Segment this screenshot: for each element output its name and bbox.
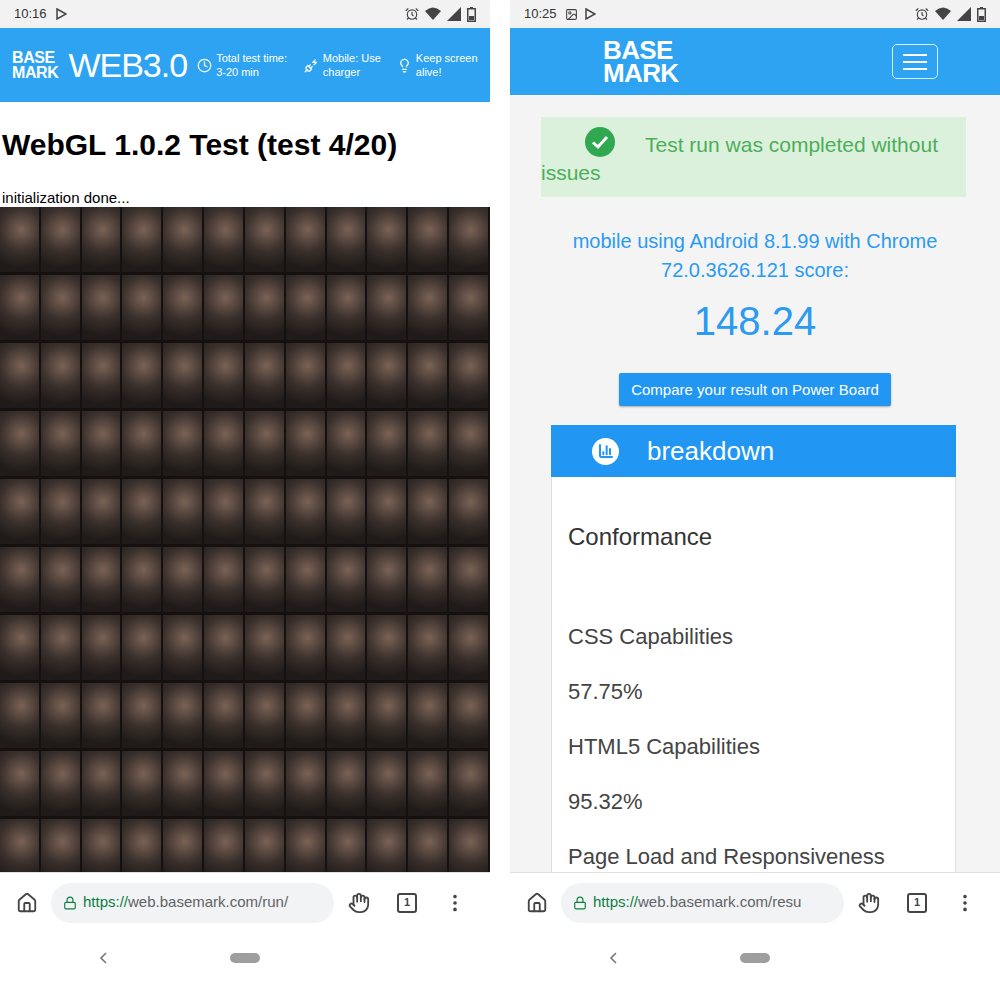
- image-icon: [565, 8, 578, 21]
- breakdown-item: HTML5 Capabilities95.32%: [568, 732, 945, 817]
- screenshot-pair: 10:16 BASEMARK WEB3.0 Total test time: 3-20…: [0, 0, 1000, 984]
- home-pill[interactable]: [230, 953, 260, 963]
- url-field[interactable]: https://web.basemark.com/run/: [51, 883, 334, 923]
- back-icon[interactable]: [98, 951, 110, 965]
- browser-toolbar: https://web.basemark.com/resu 1: [510, 872, 1000, 932]
- hand-icon[interactable]: [348, 892, 370, 914]
- phone-screen: 10:25 BASEMARK Test run was completed with…: [510, 0, 1000, 984]
- alarm-icon: [405, 7, 419, 21]
- basemark-logo[interactable]: BASEMARK: [603, 39, 678, 83]
- status-bar: 10:25: [510, 0, 1000, 28]
- device-info: mobile using Android 8.1.99 with Chrome …: [510, 227, 1000, 285]
- lightbulb-icon: [397, 58, 412, 73]
- chart-icon: [598, 443, 614, 459]
- page-content: WebGL 1.0.2 Test (test 4/20) initializati…: [0, 102, 490, 872]
- wifi-icon: [425, 7, 441, 21]
- alarm-icon: [915, 7, 929, 21]
- header-tip: Mobile: Use charger: [304, 51, 391, 79]
- clock-icon: [197, 58, 212, 73]
- basemark-logo[interactable]: BASEMARK: [12, 50, 58, 80]
- home-icon[interactable]: [526, 892, 548, 914]
- success-alert: Test run was completed without issues: [541, 117, 966, 197]
- menu-icon[interactable]: [954, 892, 976, 914]
- back-icon[interactable]: [608, 951, 620, 965]
- lock-icon: [63, 896, 77, 910]
- score: 148.24: [510, 299, 1000, 343]
- wifi-icon: [935, 7, 951, 21]
- status-time: 10:25: [524, 4, 557, 24]
- site-header: BASEMARK WEB3.0 Total test time: 3-20 minM…: [0, 28, 490, 102]
- compare-button[interactable]: Compare your result on Power Board: [619, 373, 891, 406]
- signal-icon: [447, 7, 461, 21]
- status-bar: 10:16: [0, 0, 490, 28]
- url-text: https://web.basemark.com/resu: [593, 891, 801, 914]
- check-circle-icon: [585, 127, 615, 157]
- site-header: BASEMARK: [510, 28, 1000, 95]
- battery-icon: [977, 7, 986, 22]
- play-store-icon: [55, 8, 67, 20]
- tab-count-button[interactable]: 1: [397, 893, 417, 913]
- status-time: 10:16: [14, 4, 47, 24]
- product-name: WEB3.0: [68, 48, 187, 82]
- test-status: initialization done...: [0, 189, 490, 207]
- hand-icon[interactable]: [858, 892, 880, 914]
- test-title: WebGL 1.0.2 Test (test 4/20): [0, 127, 490, 163]
- browser-toolbar: https://web.basemark.com/run/1: [0, 872, 490, 932]
- nav-bar: [510, 932, 1000, 984]
- breakdown-header: breakdown: [551, 425, 956, 477]
- home-pill[interactable]: [740, 953, 770, 963]
- play-store-icon: [584, 8, 596, 20]
- menu-icon[interactable]: [444, 892, 466, 914]
- signal-icon: [957, 7, 971, 21]
- breakdown-card: breakdown Conformance CSS Capabilities57.7…: [551, 425, 956, 872]
- results-content: Test run was completed without issues mob…: [510, 95, 1000, 872]
- breakdown-item: CSS Capabilities57.75%: [568, 622, 945, 707]
- hamburger-button[interactable]: [892, 44, 938, 79]
- breakdown-item: Page Load and Responsiveness: [568, 842, 945, 872]
- tab-count-button[interactable]: 1: [907, 893, 927, 913]
- phone-screen: 10:16 BASEMARK WEB3.0 Total test time: 3-20…: [0, 0, 490, 984]
- section-title: Conformance: [568, 521, 945, 553]
- header-tip: Keep screen alive!: [397, 51, 478, 79]
- nav-bar: [0, 932, 490, 984]
- lock-icon: [573, 896, 587, 910]
- plug-icon: [304, 58, 319, 73]
- home-icon[interactable]: [16, 892, 38, 914]
- battery-icon: [467, 7, 476, 22]
- webgl-canvas: [0, 207, 490, 872]
- url-text: https://web.basemark.com/run/: [83, 891, 288, 914]
- url-field[interactable]: https://web.basemark.com/resu: [561, 883, 844, 923]
- header-tip: Total test time: 3-20 min: [197, 51, 298, 79]
